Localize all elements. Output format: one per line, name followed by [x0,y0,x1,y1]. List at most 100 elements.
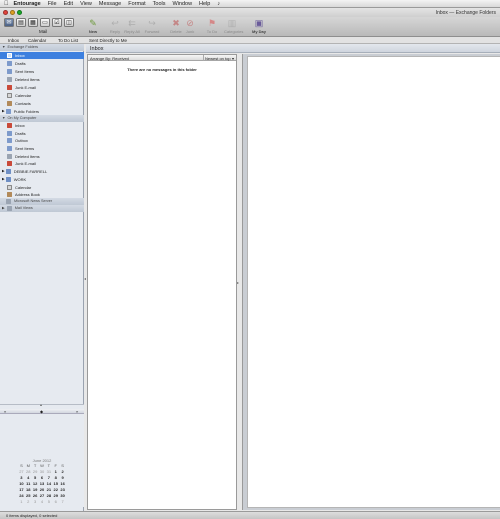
today-button[interactable]: ◆ [40,409,43,414]
notes-view-button[interactable]: ▭ [40,18,50,27]
calendar-day[interactable]: 13 [39,481,46,486]
pane-splitter[interactable]: ▸ [237,54,241,510]
sidebar-item-local-inbox[interactable]: Inbox [0,122,84,129]
calendar-day[interactable]: 5 [45,499,52,504]
calendar-day[interactable]: 30 [59,493,66,498]
reply-all-button[interactable]: ⇇ Reply All [124,18,140,34]
calendar-day[interactable]: 2 [25,499,32,504]
previous-month-button[interactable]: « [4,409,6,414]
calendar-day[interactable]: 16 [59,481,66,486]
sidebar-item-inbox[interactable]: Inbox [0,52,84,59]
calendar-day[interactable]: 5 [32,475,39,480]
sidebar-item-drafts[interactable]: Drafts [0,60,84,67]
menu-edit[interactable]: Edit [64,1,73,7]
calendar-day[interactable]: 22 [52,487,59,492]
sidebar-item-sent-items[interactable]: Sent Items [0,68,84,75]
calendar-view-button[interactable]: ▦ [28,18,38,27]
sidebar-item-local-sent-items[interactable]: Sent Items [0,145,84,152]
close-window-button[interactable] [3,10,8,15]
calendar-day[interactable]: 18 [25,487,32,492]
section-microsoft-news-server[interactable]: Microsoft News Server [0,198,84,205]
disclosure-triangle-icon[interactable]: ▶ [2,206,5,210]
disclosure-triangle-icon[interactable]: ▼ [2,45,5,49]
calendar-day[interactable]: 7 [59,499,66,504]
new-button[interactable]: ✎ New [85,18,101,34]
reply-button[interactable]: ↩ Reply [107,18,123,34]
calendar-day[interactable]: 31 [45,469,52,474]
calendar-day[interactable]: 28 [25,469,32,474]
next-month-button[interactable]: » [76,409,78,414]
sent-directly-filter[interactable]: Sent Directly to Me [86,37,500,44]
sidebar-item-local-deleted-items[interactable]: Deleted Items [0,153,84,160]
calendar-day[interactable]: 26 [32,493,39,498]
zoom-window-button[interactable] [17,10,22,15]
categories-button[interactable]: ▥ Categories [224,18,243,34]
sort-order-button[interactable]: Newest on top [205,56,231,61]
menu-help[interactable]: Help [199,1,210,7]
menu-window[interactable]: Window [172,1,192,7]
tab-calendar[interactable]: Calendar [28,38,46,43]
sidebar-item-deleted-items[interactable]: Deleted Items [0,76,84,83]
calendar-day[interactable]: 15 [52,481,59,486]
calendar-day[interactable]: 24 [18,493,25,498]
menu-tools[interactable]: Tools [153,1,166,7]
calendar-day[interactable]: 12 [32,481,39,486]
tab-inbox[interactable]: Inbox [8,38,19,43]
junk-button[interactable]: ⊘ Junk [182,18,198,34]
calendar-day[interactable]: 3 [18,475,25,480]
menu-file[interactable]: File [48,1,57,7]
calendar-day[interactable]: 1 [18,499,25,504]
calendar-day[interactable]: 7 [45,475,52,480]
calendar-day[interactable]: 21 [45,487,52,492]
message-list[interactable]: Arrange By: Received Newest on top ▾ The… [87,54,237,510]
calendar-day[interactable]: 11 [25,481,32,486]
menu-format[interactable]: Format [128,1,145,7]
tab-to-do-list[interactable]: To Do List [58,38,78,43]
calendar-day[interactable]: 17 [18,487,25,492]
calendar-day[interactable]: 4 [25,475,32,480]
calendar-day[interactable]: 29 [32,469,39,474]
sidebar-splitter-icon[interactable]: ◂ [84,276,86,281]
menu-message[interactable]: Message [99,1,121,7]
calendar-day[interactable]: 4 [39,499,46,504]
forward-button[interactable]: ↪ Forward [144,18,160,34]
calendar-day[interactable]: 8 [52,475,59,480]
disclosure-triangle-icon[interactable]: ▶ [2,169,5,173]
calendar-day[interactable]: 23 [59,487,66,492]
sidebar-item-address-book[interactable]: Address Book [0,191,84,198]
calendar-day[interactable]: 14 [45,481,52,486]
section-on-my-computer[interactable]: ▼ On My Computer [0,115,84,122]
calendar-day[interactable]: 1 [52,469,59,474]
sidebar-item-work[interactable]: ▶ WORK [0,176,84,183]
mail-view-button[interactable]: ✉ [4,18,14,27]
sidebar-item-local-junk-email[interactable]: Junk E-mail [0,160,84,167]
todo-button[interactable]: ⚑ To Do [204,18,220,34]
apple-menu-icon[interactable]:  [4,1,9,7]
calendar-day[interactable]: 6 [52,499,59,504]
calendar-day[interactable]: 3 [32,499,39,504]
sidebar-item-public-folders[interactable]: ▶ Public Folders [0,108,84,115]
section-mail-views[interactable]: ▶ Mail Views [0,205,84,212]
disclosure-triangle-icon[interactable]: ▼ [2,116,5,120]
calendar-day[interactable]: 20 [39,487,46,492]
project-center-view-button[interactable]: ◫ [64,18,74,27]
tasks-view-button[interactable]: ☑ [52,18,62,27]
chevron-down-icon[interactable]: ▾ [232,56,234,61]
section-exchange-folders[interactable]: ▼ Exchange Folders [0,44,84,51]
sidebar-item-calendar[interactable]: Calendar [0,92,84,99]
script-menu-icon[interactable]: ♪ [217,1,220,7]
calendar-day[interactable]: 25 [25,493,32,498]
my-day-button[interactable]: ▣ My Day [251,18,267,34]
sidebar-item-contacts[interactable]: Contacts [0,100,84,107]
calendar-day[interactable]: 6 [39,475,46,480]
calendar-day[interactable]: 9 [59,475,66,480]
disclosure-triangle-icon[interactable]: ▶ [2,109,5,113]
calendar-day[interactable]: 29 [52,493,59,498]
calendar-day[interactable]: 28 [45,493,52,498]
calendar-day[interactable]: 27 [39,493,46,498]
menu-entourage[interactable]: Entourage [14,1,41,7]
arrange-by-button[interactable]: Arrange By: Received [90,56,129,61]
sidebar-item-local-calendar[interactable]: Calendar [0,184,84,191]
calendar-day[interactable]: 27 [18,469,25,474]
sidebar-item-junk-email[interactable]: Junk E-mail [0,84,84,91]
